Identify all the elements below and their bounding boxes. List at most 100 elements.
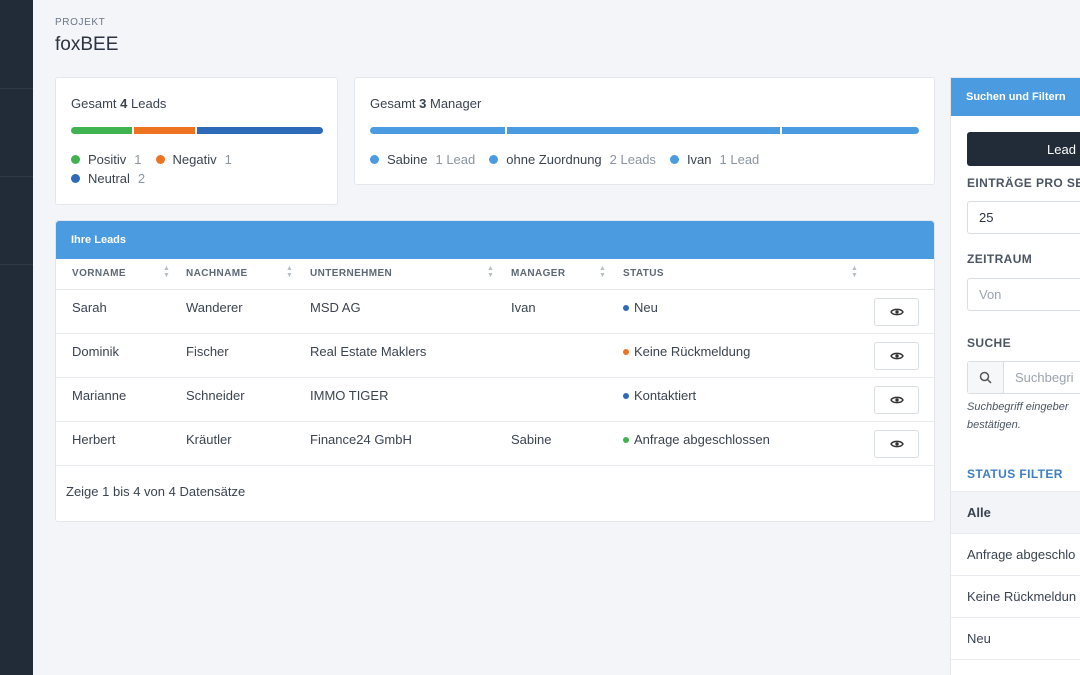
legend-label: ohne Zuordnung: [506, 152, 602, 167]
sort-icon[interactable]: ▲ ▼: [851, 265, 858, 279]
cell-nachname: Kräutler: [186, 432, 232, 447]
manager-stats-count: 3: [419, 96, 427, 111]
cell-vorname: Herbert: [72, 432, 116, 447]
legend-count: 2 Leads: [609, 152, 656, 167]
column-header-unternehmen[interactable]: UNTERNEHMEN: [310, 268, 392, 279]
per-page-label: EINTRÄGE PRO SE: [967, 176, 1080, 190]
manager-dot-icon: [370, 155, 379, 164]
sort-icon[interactable]: ▲ ▼: [286, 265, 293, 279]
status-filter-neu[interactable]: Neu: [951, 617, 1080, 659]
search-label: SUCHE: [967, 336, 1012, 350]
leads-legend-row-1: Positiv 1 Negativ 1: [71, 152, 232, 167]
table-header: VORNAME ▲ ▼ NACHNAME ▲ ▼ UNTERNEHMEN ▲ ▼ MA…: [56, 259, 934, 290]
legend-count: 2: [137, 171, 146, 186]
legend-item-negativ: Negativ 1: [155, 152, 232, 167]
legend-item-ohne-zuordnung: ohne Zuordnung 2 Leads: [489, 152, 656, 167]
view-lead-button[interactable]: [874, 342, 919, 370]
view-lead-button[interactable]: [874, 430, 919, 458]
status-filter-keine-rueckmeldung[interactable]: Keine Rückmeldun: [951, 575, 1080, 617]
manager-stats-title: Gesamt 3 Manager: [370, 96, 481, 111]
cell-nachname: Schneider: [186, 388, 245, 403]
search-help-text: Suchbegriff eingeber bestätigen.: [967, 401, 1069, 431]
status-dot-icon: [623, 304, 629, 311]
cell-vorname: Dominik: [72, 344, 119, 359]
column-header-vorname[interactable]: VORNAME: [72, 268, 126, 279]
leads-table-title: Ihre Leads: [56, 221, 934, 259]
legend-label: Positiv: [88, 152, 127, 167]
cell-status: Neu: [623, 300, 658, 315]
legend-count: 1: [224, 152, 232, 167]
eye-icon: [889, 352, 904, 360]
legend-label: Sabine: [387, 152, 428, 167]
bar-segment-negativ: [134, 127, 195, 134]
manager-dot-icon: [489, 155, 499, 164]
search-icon: [968, 362, 1004, 393]
period-from-input[interactable]: Von: [967, 278, 1080, 311]
lead-button[interactable]: Lead: [967, 132, 1080, 166]
status-dot-icon: [623, 392, 629, 399]
cell-status: Keine Rückmeldung: [623, 344, 750, 359]
cell-vorname: Marianne: [72, 388, 127, 403]
status-filter-anfrage-abgeschlossen[interactable]: Anfrage abgeschlo: [951, 533, 1080, 575]
legend-count: 1: [134, 152, 142, 167]
column-header-manager[interactable]: MANAGER: [511, 268, 565, 279]
eye-icon: [889, 396, 904, 404]
view-lead-button[interactable]: [874, 386, 919, 414]
leads-stats-prefix: Gesamt: [71, 96, 117, 111]
sidebar: [0, 0, 33, 675]
sidebar-divider: [0, 176, 33, 177]
page-header: PROJEKT foxBEE: [55, 17, 118, 56]
eye-icon: [889, 308, 904, 316]
cell-unternehmen: Finance24 GmbH: [310, 432, 412, 447]
cell-manager: Sabine: [511, 432, 552, 447]
table-row[interactable]: Sarah Wanderer MSD AG Ivan Neu: [56, 290, 934, 334]
cell-status: Anfrage abgeschlossen: [623, 432, 770, 447]
filter-panel: Suchen und Filtern Lead EINTRÄGE PRO SE …: [950, 77, 1080, 675]
status-filter-kontaktiert[interactable]: Kontaktiert: [951, 659, 1080, 675]
view-lead-button[interactable]: [874, 298, 919, 326]
status-dot-icon: [623, 348, 629, 355]
sort-icon[interactable]: ▲ ▼: [487, 265, 494, 279]
column-header-status[interactable]: STATUS: [623, 268, 664, 279]
legend-item-positiv: Positiv 1: [71, 152, 142, 167]
leads-stats-title: Gesamt 4 Leads: [71, 96, 166, 111]
legend-count: 1 Lead: [719, 152, 760, 167]
search-field[interactable]: Suchbegri: [967, 361, 1080, 394]
bar-segment-positiv: [71, 127, 132, 134]
page-eyebrow: PROJEKT: [55, 17, 106, 28]
manager-dot-icon: [669, 155, 679, 164]
status-text: Kontaktiert: [634, 388, 697, 403]
table-row[interactable]: Marianne Schneider IMMO TIGER Kontaktier…: [56, 378, 934, 422]
status-text: Neu: [634, 300, 658, 315]
manager-legend-row: Sabine 1 Lead ohne Zuordnung 2 Leads Ivan 1…: [370, 152, 759, 167]
manager-stats-prefix: Gesamt: [370, 96, 416, 111]
table-pagination-info: Zeige 1 bis 4 von 4 Datensätze: [66, 484, 246, 499]
leads-table-card: Ihre Leads VORNAME ▲ ▼ NACHNAME ▲ ▼ UNTERN…: [55, 220, 935, 522]
cell-manager: Ivan: [511, 300, 536, 315]
column-header-nachname[interactable]: NACHNAME: [186, 268, 248, 279]
legend-label: Ivan: [686, 152, 712, 167]
cell-unternehmen: IMMO TIGER: [310, 388, 389, 403]
table-row[interactable]: Herbert Kräutler Finance24 GmbH Sabine A…: [56, 422, 934, 466]
manager-stats-card: Gesamt 3 Manager Sabine 1 Lead ohne Zuord…: [354, 77, 935, 185]
status-filter-alle[interactable]: Alle: [951, 491, 1080, 533]
cell-vorname: Sarah: [72, 300, 107, 315]
leads-stats-count: 4: [120, 96, 128, 111]
search-input[interactable]: Suchbegri: [1004, 362, 1080, 393]
legend-count: 1 Lead: [435, 152, 476, 167]
legend-label: Neutral: [88, 171, 130, 186]
table-row[interactable]: Dominik Fischer Real Estate Maklers Kein…: [56, 334, 934, 378]
sort-icon[interactable]: ▲ ▼: [163, 265, 170, 279]
filter-panel-title: Suchen und Filtern: [951, 78, 1080, 116]
status-text: Anfrage abgeschlossen: [634, 432, 770, 447]
bar-segment-sabine: [370, 127, 505, 134]
sort-icon[interactable]: ▲ ▼: [599, 265, 606, 279]
leads-legend-row-2: Neutral 2: [71, 171, 145, 186]
manager-distribution-bar: [370, 127, 919, 134]
per-page-select[interactable]: 25: [967, 201, 1080, 234]
status-text: Keine Rückmeldung: [634, 344, 751, 359]
period-label: ZEITRAUM: [967, 252, 1033, 266]
leads-distribution-bar: [71, 127, 323, 134]
cell-nachname: Fischer: [186, 344, 229, 359]
cell-unternehmen: MSD AG: [310, 300, 361, 315]
